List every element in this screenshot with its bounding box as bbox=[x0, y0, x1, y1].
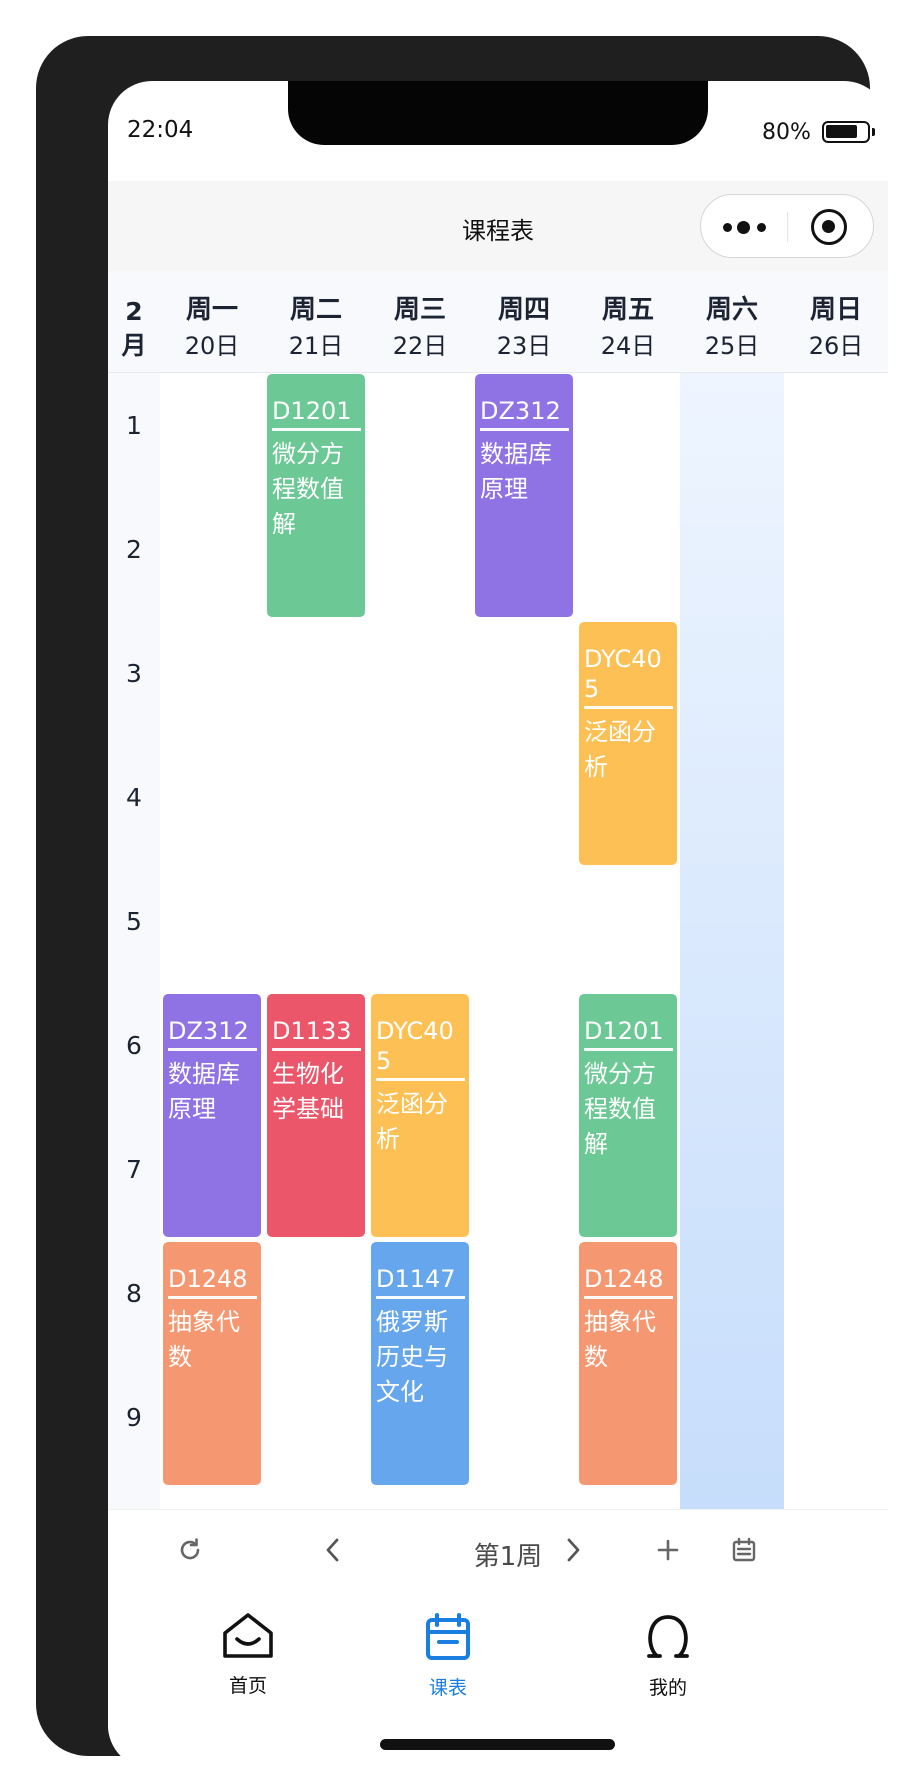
refresh-button[interactable] bbox=[168, 1528, 212, 1572]
day-header: 周四 23日 bbox=[472, 293, 576, 365]
course-block[interactable]: D1201 微分方程数值解 bbox=[267, 374, 365, 617]
tab-bar: 首页 课表 我的 bbox=[108, 1591, 888, 1769]
weekday-label: 周日 bbox=[809, 295, 862, 325]
next-week-button[interactable] bbox=[550, 1528, 594, 1572]
chevron-left-icon bbox=[326, 1538, 339, 1562]
weekday-label: 周四 bbox=[497, 295, 550, 325]
nav-bar: 课程表 bbox=[108, 181, 888, 271]
weekday-label: 周三 bbox=[393, 295, 446, 325]
month-label: 2月 bbox=[121, 297, 147, 360]
course-name: 抽象代数 bbox=[584, 1308, 656, 1371]
course-code: DYC405 bbox=[584, 644, 673, 709]
date-label: 23日 bbox=[496, 332, 552, 360]
refresh-icon bbox=[180, 1538, 200, 1560]
day-header: 周一 20日 bbox=[160, 293, 264, 365]
course-block[interactable]: D1248 抽象代数 bbox=[163, 1242, 261, 1485]
period-number: 5 bbox=[126, 907, 142, 936]
course-name: 生物化学基础 bbox=[272, 1060, 344, 1123]
course-code: D1201 bbox=[584, 1016, 673, 1051]
period-rail: 1 2 3 4 5 6 7 8 9 bbox=[108, 373, 160, 1509]
period-number: 7 bbox=[126, 1155, 142, 1184]
capsule-divider bbox=[787, 212, 788, 242]
day-header: 周五 24日 bbox=[576, 293, 680, 365]
course-name: 俄罗斯历史与文化 bbox=[376, 1308, 448, 1406]
course-name: 数据库原理 bbox=[168, 1060, 240, 1123]
course-name: 抽象代数 bbox=[168, 1308, 240, 1371]
battery-level bbox=[826, 125, 857, 138]
close-miniprogram-icon[interactable] bbox=[811, 209, 847, 245]
course-code: D1147 bbox=[376, 1264, 465, 1299]
course-name: 数据库原理 bbox=[480, 440, 552, 503]
period-number: 2 bbox=[126, 535, 142, 564]
date-label: 24日 bbox=[600, 332, 656, 360]
weekday-label: 周二 bbox=[289, 295, 342, 325]
more-icon[interactable] bbox=[721, 220, 771, 234]
date-label: 21日 bbox=[288, 332, 344, 360]
schedule-grid: 1 2 3 4 5 6 7 8 9 D1201 微分方程数值解 DZ312 数据库原理 DYC405 泛函… bbox=[108, 373, 888, 1509]
course-code: DYC405 bbox=[376, 1016, 465, 1081]
calendar-icon bbox=[426, 1613, 470, 1660]
course-code: D1248 bbox=[168, 1264, 257, 1299]
period-number: 6 bbox=[126, 1031, 142, 1060]
tab-schedule[interactable]: 课表 bbox=[378, 1611, 518, 1700]
course-code: D1201 bbox=[272, 396, 361, 431]
course-name: 泛函分析 bbox=[584, 718, 656, 781]
today-column-highlight bbox=[680, 373, 784, 1509]
course-block[interactable]: D1147 俄罗斯历史与文化 bbox=[371, 1242, 469, 1485]
day-header: 周日 26日 bbox=[784, 293, 888, 365]
calendar-button[interactable] bbox=[722, 1528, 766, 1572]
weekday-label: 周六 bbox=[705, 295, 758, 325]
tab-home-label: 首页 bbox=[228, 1675, 267, 1697]
course-block[interactable]: D1201 微分方程数值解 bbox=[579, 994, 677, 1237]
date-label: 26日 bbox=[808, 332, 864, 360]
course-code: DZ312 bbox=[480, 396, 569, 431]
app-screen: 22:04 80% 课程表 2月 周一 20日 周二 21日 周三 22日 周四 23日 周五 2… bbox=[108, 81, 888, 1769]
home-icon bbox=[223, 1613, 273, 1658]
day-header: 周六 25日 bbox=[680, 293, 784, 365]
day-header: 周三 22日 bbox=[368, 293, 472, 365]
course-name: 泛函分析 bbox=[376, 1090, 448, 1153]
course-block[interactable]: DZ312 数据库原理 bbox=[475, 374, 573, 617]
phone-frame: 22:04 80% 课程表 2月 周一 20日 周二 21日 周三 22日 周四 23日 周五 2… bbox=[36, 36, 888, 1769]
course-name: 微分方程数值解 bbox=[584, 1060, 656, 1158]
plus-icon bbox=[657, 1539, 679, 1561]
tab-schedule-label: 课表 bbox=[428, 1677, 467, 1699]
tab-home[interactable]: 首页 bbox=[178, 1611, 318, 1698]
course-code: D1248 bbox=[584, 1264, 673, 1299]
date-label: 25日 bbox=[704, 332, 760, 360]
tab-profile-label: 我的 bbox=[648, 1677, 687, 1699]
day-header: 周二 21日 bbox=[264, 293, 368, 365]
home-indicator bbox=[380, 1739, 615, 1750]
week-toolbar: 第1周 bbox=[108, 1509, 888, 1591]
course-name: 微分方程数值解 bbox=[272, 440, 344, 538]
mini-program-capsule bbox=[700, 194, 874, 258]
course-block[interactable]: DYC405 泛函分析 bbox=[371, 994, 469, 1237]
week-header: 2月 周一 20日 周二 21日 周三 22日 周四 23日 周五 24日 周六 25日 周日 26日 bbox=[108, 271, 888, 373]
period-number: 9 bbox=[126, 1403, 142, 1432]
battery-percent: 80% bbox=[762, 120, 811, 145]
tab-profile[interactable]: 我的 bbox=[598, 1611, 738, 1700]
course-block[interactable]: D1133 生物化学基础 bbox=[267, 994, 365, 1237]
weekday-label: 周五 bbox=[601, 295, 654, 325]
period-number: 3 bbox=[126, 659, 142, 688]
add-course-button[interactable] bbox=[646, 1528, 690, 1572]
course-block[interactable]: DZ312 数据库原理 bbox=[163, 994, 261, 1237]
period-number: 4 bbox=[126, 783, 142, 812]
battery-icon bbox=[822, 121, 875, 143]
date-label: 20日 bbox=[184, 332, 240, 360]
course-block[interactable]: D1248 抽象代数 bbox=[579, 1242, 677, 1485]
course-block[interactable]: DYC405 泛函分析 bbox=[579, 622, 677, 865]
prev-week-button[interactable] bbox=[312, 1528, 356, 1572]
status-time: 22:04 bbox=[127, 117, 194, 143]
chevron-right-icon bbox=[567, 1538, 580, 1562]
course-code: DZ312 bbox=[168, 1016, 257, 1051]
course-code: D1133 bbox=[272, 1016, 361, 1051]
period-number: 1 bbox=[126, 411, 142, 440]
calendar-list-icon bbox=[732, 1537, 756, 1562]
period-number: 8 bbox=[126, 1279, 142, 1308]
weekday-label: 周一 bbox=[185, 295, 238, 325]
user-icon bbox=[647, 1615, 689, 1658]
date-label: 22日 bbox=[392, 332, 448, 360]
notch bbox=[288, 81, 708, 145]
